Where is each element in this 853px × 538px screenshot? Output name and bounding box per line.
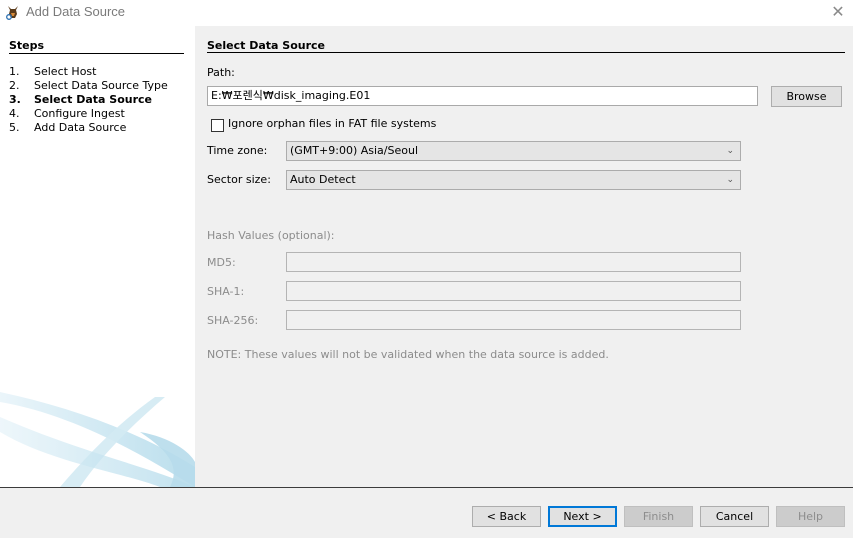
sector-size-value: Auto Detect (290, 173, 356, 186)
sector-size-label: Sector size: (207, 173, 271, 186)
step-item-active: 3. Select Data Source (9, 93, 168, 107)
autopsy-dog-icon (6, 6, 18, 20)
sha1-input[interactable] (286, 281, 741, 301)
finish-button[interactable]: Finish (624, 506, 693, 527)
path-input[interactable]: E:₩포렌식₩disk_imaging.E01 (207, 86, 758, 106)
help-button[interactable]: Help (776, 506, 845, 527)
sha256-input[interactable] (286, 310, 741, 330)
next-button[interactable]: Next > (548, 506, 617, 527)
steps-list: 1. Select Host 2. Select Data Source Type … (9, 65, 168, 135)
step-number: 2. (9, 79, 20, 92)
path-label: Path: (207, 66, 235, 79)
step-item: 5. Add Data Source (9, 121, 168, 135)
chevron-down-icon: ⌄ (726, 146, 734, 156)
browse-button[interactable]: Browse (771, 86, 842, 107)
hash-values-title: Hash Values (optional): (207, 229, 335, 242)
step-item: 2. Select Data Source Type (9, 79, 168, 93)
step-label: Select Data Source (34, 93, 153, 106)
cancel-button[interactable]: Cancel (700, 506, 769, 527)
timezone-value: (GMT+9:00) Asia/Seoul (290, 144, 418, 157)
close-icon[interactable]: ✕ (827, 2, 849, 22)
step-label: Select Host (34, 65, 97, 78)
sha256-label: SHA-256: (207, 314, 259, 327)
hash-note: NOTE: These values will not be validated… (207, 348, 609, 361)
step-label: Configure Ingest (34, 107, 125, 120)
wizard-footer: < Back Next > Finish Cancel Help (0, 488, 853, 538)
sector-size-select[interactable]: Auto Detect ⌄ (286, 170, 741, 190)
decorative-swoosh (0, 392, 195, 487)
step-number: 5. (9, 121, 20, 134)
back-button[interactable]: < Back (472, 506, 541, 527)
window-title: Add Data Source (26, 4, 126, 19)
timezone-label: Time zone: (207, 144, 268, 157)
step-number: 3. (9, 93, 21, 106)
steps-divider (9, 53, 184, 54)
section-title: Select Data Source (207, 39, 326, 52)
step-number: 4. (9, 107, 20, 120)
step-item: 4. Configure Ingest (9, 107, 168, 121)
select-data-source-panel: Select Data Source Path: E:₩포렌식₩disk_ima… (195, 26, 853, 487)
chevron-down-icon: ⌄ (726, 175, 734, 185)
sha1-label: SHA-1: (207, 285, 245, 298)
step-label: Add Data Source (34, 121, 127, 134)
step-number: 1. (9, 65, 20, 78)
steps-title: Steps (9, 39, 45, 52)
steps-panel: Steps 1. Select Host 2. Select Data Source… (0, 26, 195, 487)
timezone-select[interactable]: (GMT+9:00) Asia/Seoul ⌄ (286, 141, 741, 161)
ignore-orphan-checkbox[interactable] (211, 119, 224, 132)
ignore-orphan-label[interactable]: Ignore orphan files in FAT file systems (228, 117, 436, 130)
md5-input[interactable] (286, 252, 741, 272)
step-label: Select Data Source Type (34, 79, 168, 92)
section-divider (207, 52, 845, 53)
title-bar: Add Data Source ✕ (0, 0, 853, 26)
md5-label: MD5: (207, 256, 236, 269)
step-item: 1. Select Host (9, 65, 168, 79)
